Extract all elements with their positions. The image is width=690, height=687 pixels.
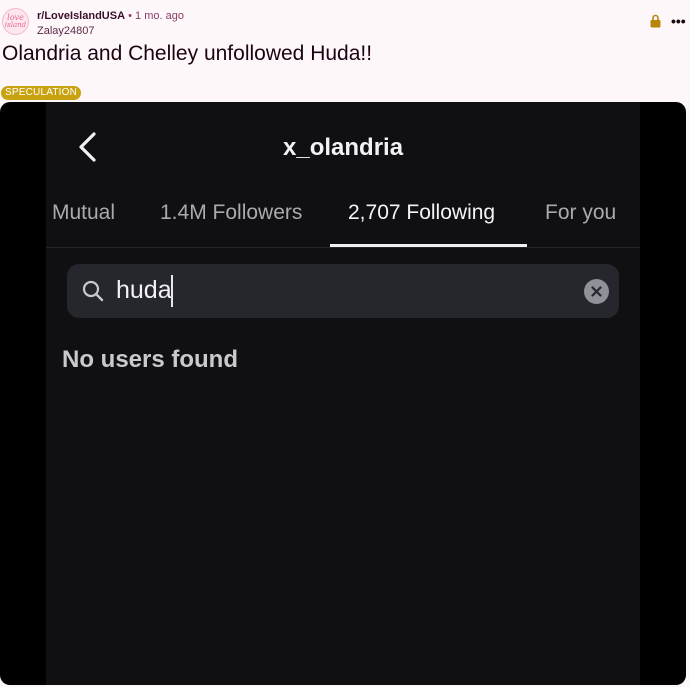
tab-for-you: For you bbox=[545, 201, 617, 224]
clear-x-icon bbox=[584, 279, 609, 304]
more-options-icon[interactable]: ••• bbox=[671, 13, 686, 29]
chevron-left-icon bbox=[79, 132, 96, 162]
author-link[interactable]: Zalay24807 bbox=[37, 25, 95, 37]
subreddit-link[interactable]: r/LoveIslandUSA bbox=[37, 10, 125, 22]
post-header: love island r/LoveIslandUSA • 1 mo. ago … bbox=[0, 0, 690, 100]
magnifier-icon bbox=[82, 280, 104, 302]
post-age: 1 mo. ago bbox=[135, 10, 184, 22]
subreddit-avatar[interactable]: love island bbox=[2, 8, 29, 35]
tabs-divider bbox=[46, 247, 640, 248]
post-image[interactable]: x_olandria Mutual 1.4M Followers 2,707 F… bbox=[0, 102, 686, 685]
instagram-screen bbox=[46, 102, 640, 685]
flair-badge[interactable]: SPECULATION bbox=[1, 86, 82, 100]
post-meta: r/LoveIslandUSA • 1 mo. ago bbox=[37, 10, 184, 22]
avatar-text-island: island bbox=[4, 21, 27, 29]
x-mark-icon bbox=[591, 286, 602, 297]
tab-mutual: Mutual bbox=[52, 201, 116, 224]
follow-tabs: Mutual 1.4M Followers 2,707 Following Fo… bbox=[0, 197, 686, 247]
post-title[interactable]: Olandria and Chelley unfollowed Huda!! bbox=[2, 42, 372, 66]
tab-following: 2,707 Following bbox=[348, 201, 496, 224]
profile-username: x_olandria bbox=[283, 134, 404, 161]
tab-followers: 1.4M Followers bbox=[160, 201, 303, 224]
search-query: huda bbox=[116, 276, 172, 304]
meta-separator: • bbox=[128, 10, 132, 22]
lock-icon bbox=[650, 14, 661, 28]
text-cursor bbox=[171, 275, 173, 307]
empty-results-message: No users found bbox=[62, 346, 239, 373]
